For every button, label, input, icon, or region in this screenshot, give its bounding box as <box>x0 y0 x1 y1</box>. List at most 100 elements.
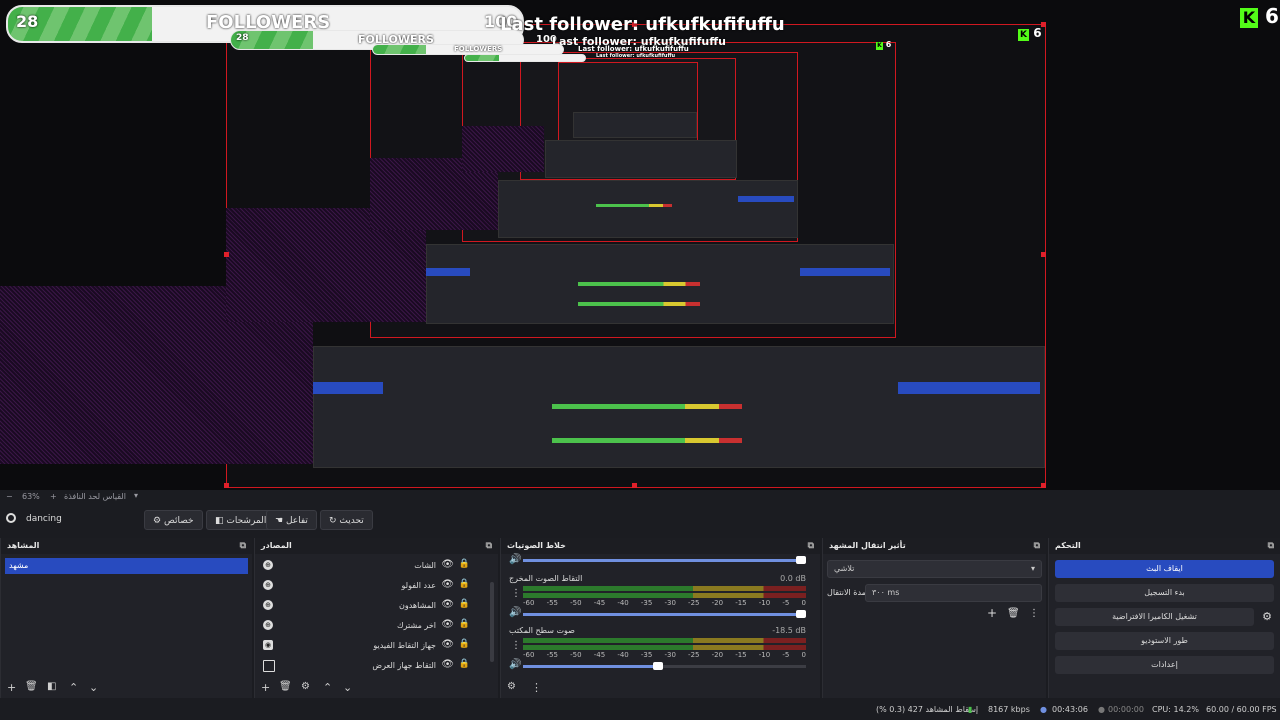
scale-tick: -10 <box>758 651 771 659</box>
dock-title: التحكم ⧉ <box>1049 538 1280 554</box>
scene-list-item[interactable]: مشهد <box>5 558 248 574</box>
speaker-icon[interactable]: 🔊 <box>509 554 521 565</box>
source-item[interactable]: التقاط جهاز العرض 👁 🔒 <box>255 656 484 676</box>
source-item[interactable]: ⊕ الشات 👁 🔒 <box>255 556 484 576</box>
eye-icon[interactable]: 👁 <box>441 659 454 670</box>
hand-icon: ☚ <box>275 516 286 526</box>
resize-handle[interactable] <box>1041 483 1046 488</box>
scale-tick: -5 <box>782 651 790 659</box>
start-recording-button[interactable]: بدء التسجيل <box>1055 584 1274 602</box>
kick-viewer-count: 6 <box>1264 4 1279 28</box>
speaker-icon[interactable]: 🔊 <box>509 659 521 670</box>
sources-scrollbar[interactable] <box>490 582 494 662</box>
filters-button[interactable]: ◧ المرشحات <box>206 510 276 530</box>
duration-input[interactable]: ٣٠٠ ms <box>865 584 1042 602</box>
nested-ui-panel <box>545 140 737 178</box>
gear-icon[interactable]: ⚙ <box>1262 610 1272 623</box>
more-icon[interactable]: ⋮ <box>511 640 521 651</box>
nested-meter <box>578 282 700 286</box>
mixer-channel: صوت سطح المكتب -18.5 dB ⋮ -60 -55 -50 -45 -4… <box>501 624 820 674</box>
more-icon[interactable]: ⋮ <box>511 588 521 599</box>
resize-handle[interactable] <box>632 483 637 488</box>
move-up-icon[interactable]: ⌃ <box>323 681 332 694</box>
trash-icon[interactable]: 🗑 <box>1007 608 1020 619</box>
undock-icon[interactable]: ⧉ <box>808 538 814 554</box>
add-icon[interactable]: + <box>261 681 270 694</box>
resize-handle[interactable] <box>224 252 229 257</box>
lock-icon[interactable]: 🔒 <box>459 619 470 629</box>
source-item[interactable]: ⊕ اخر مشترك 👁 🔒 <box>255 616 484 636</box>
volume-slider[interactable] <box>523 556 806 564</box>
scale-tick: 0 <box>801 599 806 607</box>
kick-viewer-count: 6 <box>885 40 892 49</box>
zoom-out-button[interactable]: − <box>6 492 13 501</box>
scale-tick: -60 <box>523 651 535 659</box>
volume-slider[interactable] <box>523 610 806 618</box>
live-icon: ● <box>1040 705 1047 714</box>
preview-canvas[interactable]: 28 FOLLOWERS 100 Last follower: ufkufkuf… <box>0 0 1280 490</box>
lock-icon[interactable]: 🔒 <box>459 639 470 649</box>
add-icon[interactable]: + <box>987 606 997 620</box>
mixer-channel: التقاط الصوت المخرج 0.0 dB ⋮ -60 -55 -50 -4… <box>501 572 820 622</box>
lock-icon[interactable]: 🔒 <box>459 579 470 589</box>
volume-slider[interactable] <box>523 662 806 670</box>
filter-icon[interactable]: ◧ <box>47 681 56 692</box>
resize-handle[interactable] <box>1041 22 1046 27</box>
followers-count: 28 <box>236 33 249 43</box>
scale-tick: -35 <box>640 599 653 607</box>
eye-icon[interactable]: 👁 <box>441 579 454 590</box>
undock-icon[interactable]: ⧉ <box>240 538 246 554</box>
move-down-icon[interactable]: ⌄ <box>89 681 98 694</box>
source-item[interactable]: ⊕ المشاهدون 👁 🔒 <box>255 596 484 616</box>
resize-handle[interactable] <box>1041 252 1046 257</box>
source-item[interactable]: ◉ جهاز التقاط الفيديو 👁 🔒 <box>255 636 484 656</box>
trash-icon[interactable]: 🗑 <box>25 681 38 692</box>
eye-icon[interactable]: 👁 <box>441 619 454 630</box>
scale-tick: -25 <box>688 651 700 659</box>
scale-tick: -25 <box>688 599 700 607</box>
undock-icon[interactable]: ⧉ <box>486 538 492 554</box>
transition-type-select[interactable]: تلاشي ▾ <box>827 560 1042 578</box>
gear-icon[interactable]: ⚙ <box>507 681 516 692</box>
followers-count: 28 <box>16 12 39 31</box>
resize-handle[interactable] <box>224 483 229 488</box>
last-follower-text: Last follower: ufkufkufifuffu <box>500 14 785 35</box>
move-up-icon[interactable]: ⌃ <box>69 681 78 694</box>
lock-icon[interactable]: 🔒 <box>459 599 470 609</box>
undock-icon[interactable]: ⧉ <box>1268 538 1274 554</box>
more-icon[interactable]: ⋮ <box>531 681 542 694</box>
eye-icon[interactable]: 👁 <box>441 639 454 650</box>
source-item[interactable]: ⊕ عدد الفولو 👁 🔒 <box>255 576 484 596</box>
gear-icon[interactable]: ⚙ <box>301 681 310 692</box>
scale-tick: -55 <box>546 651 559 659</box>
settings-button[interactable]: إعدادات <box>1055 656 1274 674</box>
chevron-down-icon[interactable]: ▾ <box>134 491 138 500</box>
stop-streaming-button[interactable]: ايقاف البث <box>1055 560 1274 578</box>
scale-tick: 0 <box>801 651 806 659</box>
speaker-icon[interactable]: 🔊 <box>509 607 521 618</box>
eye-icon[interactable]: 👁 <box>441 559 454 570</box>
followers-goal-fill <box>373 45 427 54</box>
interact-button[interactable]: ☚ تفاعل <box>266 510 317 530</box>
nested-meter <box>552 438 742 443</box>
move-down-icon[interactable]: ⌄ <box>343 681 352 694</box>
start-virtual-camera-button[interactable]: تشغيل الكاميرا الافتراضية <box>1055 608 1254 626</box>
nested-scene-highlight <box>738 196 794 202</box>
properties-button[interactable]: ⚙ خصائص <box>144 510 203 530</box>
studio-mode-button[interactable]: طور الاستوديو <box>1055 632 1274 650</box>
eye-icon[interactable]: 👁 <box>441 599 454 610</box>
undock-icon[interactable]: ⧉ <box>1034 538 1040 554</box>
trash-icon[interactable]: 🗑 <box>279 681 292 692</box>
record-icon: ● <box>1098 705 1105 714</box>
kick-logo-icon: K <box>876 42 883 50</box>
audio-mixer-dock: خلاط الصوتيات ⧉ 🔊 التقاط الصوت المخرج 0.0… <box>500 538 820 698</box>
scale-tick: -35 <box>640 651 653 659</box>
zoom-fit-select[interactable]: القياس لحد النافذة <box>64 492 126 501</box>
zoom-in-button[interactable]: + <box>50 492 57 501</box>
kick-viewer-count: 6 <box>1033 26 1042 40</box>
lock-icon[interactable]: 🔒 <box>459 559 470 569</box>
more-icon[interactable]: ⋮ <box>1029 608 1039 619</box>
refresh-button[interactable]: ↻ تحديث <box>320 510 373 530</box>
add-icon[interactable]: + <box>7 681 16 694</box>
lock-icon[interactable]: 🔒 <box>459 659 470 669</box>
